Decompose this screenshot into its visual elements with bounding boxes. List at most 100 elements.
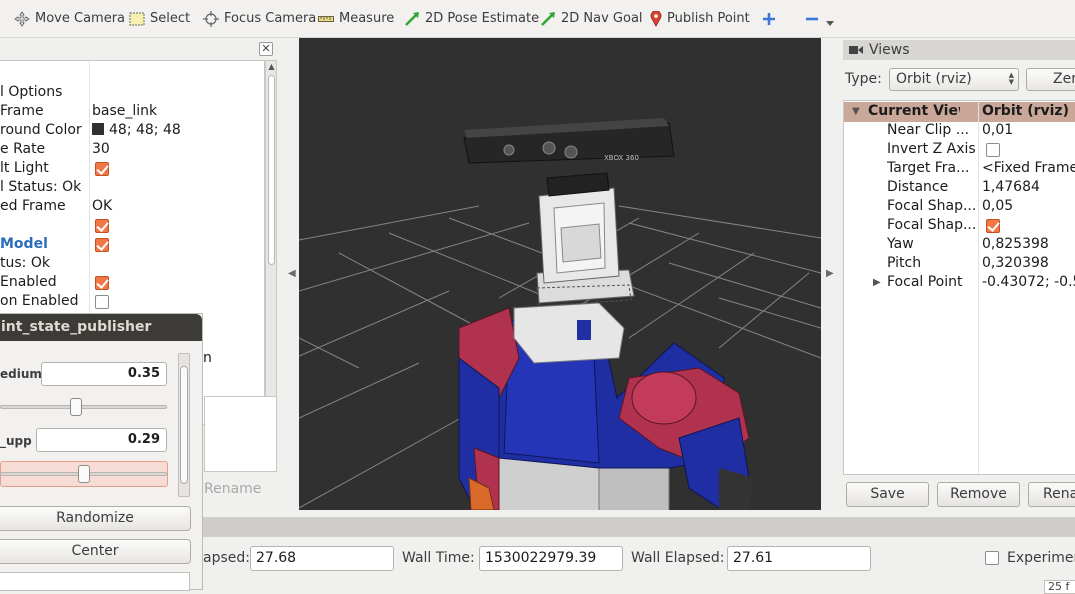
3d-render-view[interactable]: XBOX 360 xyxy=(299,38,821,510)
remove-tool-button[interactable] xyxy=(805,8,839,30)
focus-camera-icon xyxy=(203,11,219,27)
background-color-value[interactable]: 48; 48; 48 xyxy=(92,121,181,140)
window-title[interactable]: int_state_publisher xyxy=(0,314,202,341)
joint-value-field[interactable]: 0.29 xyxy=(36,428,167,452)
remove-view-button[interactable]: Remove xyxy=(937,482,1020,507)
grid-enabled-checkbox[interactable] xyxy=(95,219,109,233)
property-row[interactable]: Pitch 0,320398 xyxy=(844,254,1075,273)
property-row[interactable]: Focal Shap... xyxy=(844,216,1075,235)
fps-readout: 25 f xyxy=(1044,580,1075,594)
tree-row[interactable]: e Rate 30 xyxy=(0,140,264,159)
select-tool[interactable]: Select xyxy=(129,8,190,30)
tree-row[interactable]: ed Frame OK xyxy=(0,197,264,216)
experimental-label: Experimen xyxy=(1007,550,1075,566)
property-key: Target Fra... xyxy=(887,160,970,176)
wall-elapsed-field[interactable]: 27.61 xyxy=(727,546,871,571)
tree-row[interactable] xyxy=(0,216,264,235)
focal-shape-checkbox[interactable] xyxy=(986,219,1000,233)
property-value[interactable]: 0,05 xyxy=(982,197,1013,216)
property-row[interactable]: Near Clip ... 0,01 xyxy=(844,121,1075,140)
background-color-text: 48; 48; 48 xyxy=(109,122,181,138)
property-value[interactable]: 1,47684 xyxy=(982,178,1040,197)
tree-row-key: Enabled xyxy=(0,274,57,290)
property-row[interactable]: ▶ Focal Point -0.43072; -0.50 xyxy=(844,273,1075,292)
tree-row[interactable]: l Options xyxy=(0,83,264,102)
zero-button[interactable]: Zero xyxy=(1026,68,1075,91)
move-camera-tool[interactable]: Move Camera xyxy=(14,8,125,30)
invert-z-checkbox[interactable] xyxy=(986,143,1000,157)
experimental-checkbox[interactable] xyxy=(985,551,999,565)
measure-tool[interactable]: Measure xyxy=(318,8,394,30)
tree-row[interactable]: round Color 48; 48; 48 xyxy=(0,121,264,140)
property-row[interactable]: Target Fra... <Fixed Frame> xyxy=(844,159,1075,178)
property-value[interactable]: -0.43072; -0.50 xyxy=(982,273,1075,292)
frame-rate-value[interactable]: 30 xyxy=(92,140,110,159)
center-button[interactable]: Center xyxy=(0,539,191,564)
rename-display-button[interactable]: Rename xyxy=(204,481,261,497)
pose-estimate-tool[interactable]: 2D Pose Estimate xyxy=(404,8,539,30)
property-value[interactable]: 0,320398 xyxy=(982,254,1049,273)
fixed-frame-value[interactable]: base_link xyxy=(92,102,157,121)
description-box xyxy=(204,396,277,472)
scrollbar-thumb[interactable] xyxy=(180,366,188,484)
tree-row[interactable]: Frame base_link xyxy=(0,102,264,121)
property-row[interactable]: Distance 1,47684 xyxy=(844,178,1075,197)
property-key: Focal Point xyxy=(887,274,963,290)
close-panel-icon[interactable]: ✕ xyxy=(259,42,273,56)
tree-row[interactable]: Model xyxy=(0,235,264,254)
publish-point-tool[interactable]: Publish Point xyxy=(650,8,750,30)
property-key: Invert Z Axis xyxy=(887,141,976,157)
property-row[interactable]: Yaw 0,825398 xyxy=(844,235,1075,254)
property-row[interactable]: Focal Shap... 0,05 xyxy=(844,197,1075,216)
property-value[interactable]: 0,825398 xyxy=(982,235,1049,254)
save-view-button[interactable]: Save xyxy=(846,482,929,507)
scrollbar-thumb[interactable] xyxy=(268,75,275,265)
tree-row[interactable]: on Enabled xyxy=(0,292,264,311)
camera-icon xyxy=(849,46,863,54)
add-tool-button[interactable] xyxy=(762,8,781,30)
nav-goal-tool[interactable]: 2D Nav Goal xyxy=(540,8,643,30)
joint-list-scrollbar[interactable] xyxy=(178,353,190,497)
map-pin-icon xyxy=(650,11,662,27)
randomize-button[interactable]: Randomize xyxy=(0,506,191,531)
displays-scrollbar[interactable]: ▲ ▼ xyxy=(265,60,277,425)
collision-enabled-checkbox[interactable] xyxy=(95,295,109,309)
focus-camera-tool[interactable]: Focus Camera xyxy=(203,8,316,30)
property-row[interactable]: Invert Z Axis xyxy=(844,140,1075,159)
collapse-right-icon[interactable]: ▶ xyxy=(826,268,834,279)
minus-icon xyxy=(806,17,818,21)
ruler-icon xyxy=(318,16,334,22)
wall-time-field[interactable]: 1530022979.39 xyxy=(479,546,623,571)
joint-slider-handle[interactable] xyxy=(78,465,90,483)
property-value[interactable]: 0,01 xyxy=(982,121,1013,140)
joint-slider[interactable] xyxy=(0,405,167,409)
expand-triangle-icon[interactable]: ▼ xyxy=(852,102,860,121)
scroll-up-icon[interactable]: ▲ xyxy=(267,62,276,71)
current-view-type: Orbit (rviz) xyxy=(982,103,1069,119)
collapse-left-icon[interactable]: ◀ xyxy=(288,268,296,279)
expand-triangle-icon[interactable]: ▶ xyxy=(873,273,881,292)
view-type-select[interactable]: Orbit (rviz) ▲ ▼ xyxy=(889,68,1019,91)
tree-row[interactable]: lt Light xyxy=(0,159,264,178)
joint-slider-handle[interactable] xyxy=(70,398,82,416)
default-light-checkbox[interactable] xyxy=(95,162,109,176)
property-value[interactable]: <Fixed Frame> xyxy=(982,159,1075,178)
fixed-frame-status-value: OK xyxy=(92,198,113,214)
tree-row[interactable]: l Status: Ok xyxy=(0,178,264,197)
tree-row-key: l Options xyxy=(0,84,63,100)
property-key: Focal Shap... xyxy=(887,217,977,233)
ros-elapsed-field[interactable]: 27.68 xyxy=(250,546,394,571)
tree-row[interactable]: Enabled xyxy=(0,273,264,292)
robot-model-checkbox[interactable] xyxy=(95,238,109,252)
joint-value-field[interactable]: 0.35 xyxy=(41,362,167,386)
time-panel-header xyxy=(203,517,1075,537)
pose-estimate-label: 2D Pose Estimate xyxy=(425,11,540,26)
tree-row-key: on Enabled xyxy=(0,293,79,309)
current-view-row[interactable]: ▼ Current View Orbit (rviz) xyxy=(844,102,1075,121)
wall-time-label: Wall Time: xyxy=(402,550,475,566)
tree-row[interactable]: tus: Ok xyxy=(0,254,264,273)
move-camera-icon xyxy=(14,11,30,27)
tree-row-key: Frame xyxy=(0,103,44,119)
rename-view-button[interactable]: Rename xyxy=(1028,482,1075,507)
visual-enabled-checkbox[interactable] xyxy=(95,276,109,290)
